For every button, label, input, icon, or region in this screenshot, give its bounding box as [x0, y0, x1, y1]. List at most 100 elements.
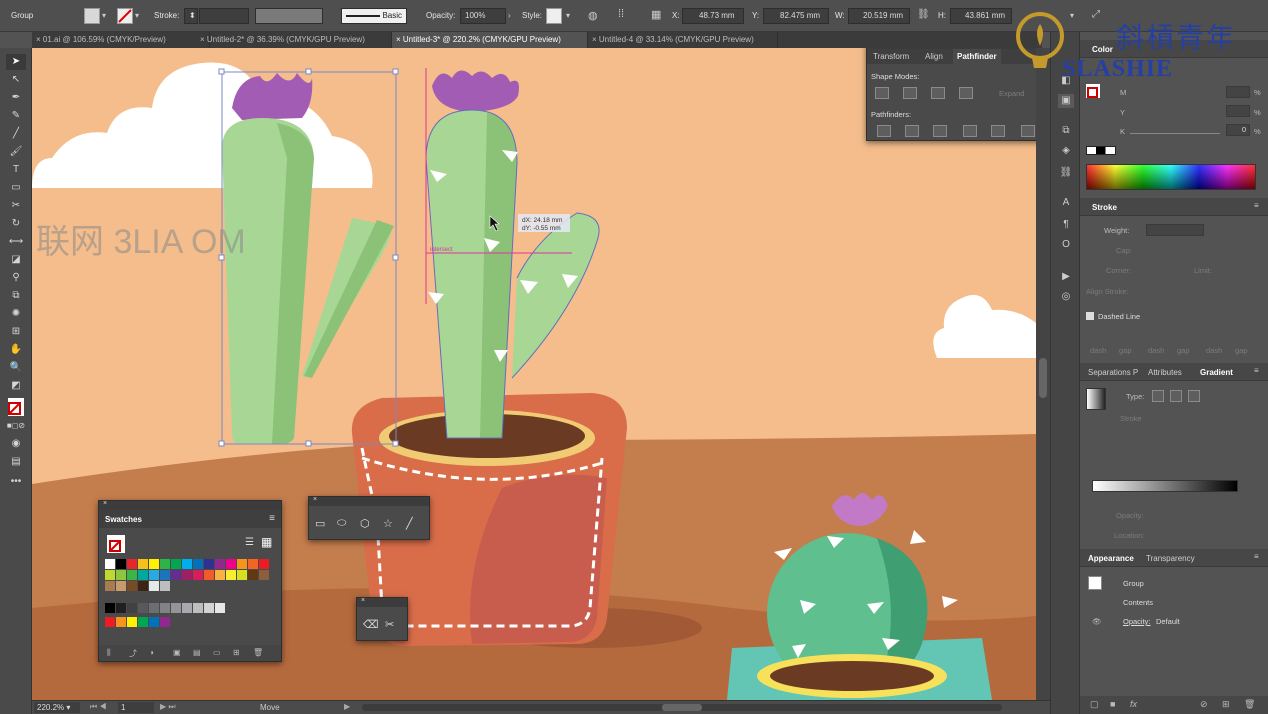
- direct-selection-tool-icon[interactable]: ↖: [6, 72, 26, 88]
- actions-panel-icon[interactable]: ▶: [1058, 270, 1074, 284]
- appearance-contents-label[interactable]: Contents: [1123, 598, 1153, 607]
- star-tool-icon[interactable]: ☆: [383, 517, 393, 530]
- color-swatch[interactable]: [226, 559, 236, 569]
- add-effect-icon[interactable]: fx: [1130, 699, 1137, 709]
- rectangle-tool-icon[interactable]: ▭: [6, 180, 26, 196]
- new-swatch-icon[interactable]: ⊞: [233, 648, 240, 657]
- new-folder-icon[interactable]: ▭: [213, 648, 221, 657]
- close-icon[interactable]: ×: [36, 35, 43, 44]
- brush-definition[interactable]: Basic: [341, 8, 407, 24]
- tab-transparency[interactable]: Transparency: [1146, 554, 1195, 563]
- artboard-tool-icon[interactable]: ⊞: [6, 324, 26, 340]
- list-view-icon[interactable]: ☰: [245, 537, 254, 548]
- color-spectrum[interactable]: [1086, 164, 1256, 190]
- color-swatch[interactable]: [215, 603, 225, 613]
- color-swatch[interactable]: [182, 570, 192, 580]
- gradient-slider[interactable]: [1092, 480, 1238, 492]
- intersect-icon[interactable]: [931, 87, 945, 99]
- magenta-input[interactable]: [1226, 86, 1250, 98]
- swatches-panel-icon[interactable]: ▣: [1058, 94, 1074, 108]
- stroke-swatch[interactable]: [117, 8, 133, 24]
- color-swatch[interactable]: [204, 570, 214, 580]
- pen-tool-icon[interactable]: ✒: [6, 90, 26, 106]
- radial-gradient-icon[interactable]: [1170, 390, 1182, 402]
- hand-tool-icon[interactable]: ✋: [6, 342, 26, 358]
- color-swatch[interactable]: [215, 570, 225, 580]
- creative-cloud-libraries-icon[interactable]: ◎: [1058, 290, 1074, 304]
- fill-swatch[interactable]: [84, 8, 100, 24]
- selection-tool-icon[interactable]: ➤: [6, 54, 26, 70]
- unite-icon[interactable]: [875, 87, 889, 99]
- scissors-tool-icon[interactable]: ✂: [385, 618, 394, 631]
- color-swatch[interactable]: [149, 603, 159, 613]
- tab-appearance[interactable]: Appearance: [1088, 554, 1134, 563]
- fill-stroke-indicator-icon[interactable]: [8, 398, 24, 416]
- next-artboard-icon[interactable]: ▶ ⏭: [160, 702, 176, 712]
- color-swatch[interactable]: [215, 559, 225, 569]
- new-color-group-icon[interactable]: ▤: [193, 648, 201, 657]
- trim-icon[interactable]: [905, 125, 919, 137]
- color-swatch[interactable]: [248, 559, 258, 569]
- artboard-canvas[interactable]: intersect dX: 24.18 mm dY: -0.55 mm 联网 3…: [32, 48, 1036, 700]
- tab-transform[interactable]: Transform: [873, 52, 909, 61]
- add-stroke-icon[interactable]: ▢: [1090, 699, 1099, 710]
- fill-stroke-indicator-icon[interactable]: [107, 535, 125, 553]
- color-swatch[interactable]: [160, 559, 170, 569]
- panel-grip[interactable]: ×: [309, 496, 429, 506]
- add-to-library-icon[interactable]: ⤴: [129, 648, 137, 659]
- color-swatch[interactable]: [116, 581, 126, 591]
- color-swatch[interactable]: [171, 559, 181, 569]
- color-swatch[interactable]: [160, 570, 170, 580]
- exclude-icon[interactable]: [959, 87, 973, 99]
- color-mode-icon[interactable]: ■◻⊘: [6, 418, 26, 434]
- color-swatch[interactable]: [149, 570, 159, 580]
- close-icon[interactable]: ×: [361, 597, 365, 604]
- arrange-icon[interactable]: ⤢: [1092, 9, 1100, 20]
- chevron-down-icon[interactable]: ▾: [135, 11, 139, 20]
- tab-separations[interactable]: Separations P: [1088, 368, 1138, 377]
- layers-panel-icon[interactable]: ◈: [1058, 144, 1074, 158]
- status-menu-icon[interactable]: ▶: [344, 702, 350, 711]
- symbol-sprayer-tool-icon[interactable]: ✺: [6, 306, 26, 322]
- k-slider[interactable]: [1130, 133, 1220, 134]
- color-swatch[interactable]: [116, 570, 126, 580]
- color-swatch[interactable]: [259, 559, 269, 569]
- fill-stroke-indicator-icon[interactable]: [1086, 84, 1100, 98]
- color-swatch[interactable]: [171, 603, 181, 613]
- more-tools-icon[interactable]: •••: [6, 474, 26, 490]
- width-tool-icon[interactable]: ⟷: [6, 234, 26, 250]
- tab-pathfinder[interactable]: Pathfinder: [953, 49, 1001, 64]
- color-swatch[interactable]: [160, 603, 170, 613]
- x-input[interactable]: 48.73 mm: [682, 8, 744, 24]
- tab-color[interactable]: Color: [1092, 45, 1113, 54]
- color-swatch[interactable]: [138, 570, 148, 580]
- color-swatch[interactable]: [127, 581, 137, 591]
- links-panel-icon[interactable]: ⛓: [1058, 166, 1074, 180]
- scissors-tool-icon[interactable]: ✂: [6, 198, 26, 214]
- close-icon[interactable]: ×: [396, 35, 403, 44]
- gradient-preview[interactable]: [1086, 388, 1106, 410]
- zoom-level-field[interactable]: 220.2% ▾: [34, 702, 80, 713]
- chevron-right-icon[interactable]: ›: [508, 11, 511, 20]
- color-swatch[interactable]: [116, 617, 126, 627]
- y-input[interactable]: 82.475 mm: [763, 8, 829, 24]
- color-swatch[interactable]: [105, 603, 115, 613]
- line-tool-icon[interactable]: ╱: [6, 126, 26, 142]
- color-swatch[interactable]: [237, 559, 247, 569]
- color-swatch[interactable]: [116, 559, 126, 569]
- swatch-libraries-icon[interactable]: ⫼: [107, 648, 111, 658]
- screen-mode-icon[interactable]: ▤: [6, 454, 26, 470]
- rectangle-tool-icon[interactable]: ▭: [315, 517, 325, 530]
- color-swatch[interactable]: [193, 603, 203, 613]
- divide-icon[interactable]: [877, 125, 891, 137]
- tab-stroke[interactable]: Stroke: [1092, 203, 1117, 212]
- tab-document-untitled-3[interactable]: × Untitled-3* @ 220.2% (CMYK/GPU Preview…: [392, 32, 588, 48]
- color-swatch[interactable]: [149, 617, 159, 627]
- merge-icon[interactable]: [933, 125, 947, 137]
- tab-document-01[interactable]: × 01.ai @ 106.59% (CMYK/Preview): [32, 32, 210, 48]
- recolor-artwork-icon[interactable]: ◍: [588, 9, 598, 22]
- color-swatch[interactable]: [105, 581, 115, 591]
- outline-icon[interactable]: [991, 125, 1005, 137]
- link-icon[interactable]: ⛓: [917, 9, 930, 20]
- paragraph-panel-icon[interactable]: ¶: [1058, 218, 1074, 232]
